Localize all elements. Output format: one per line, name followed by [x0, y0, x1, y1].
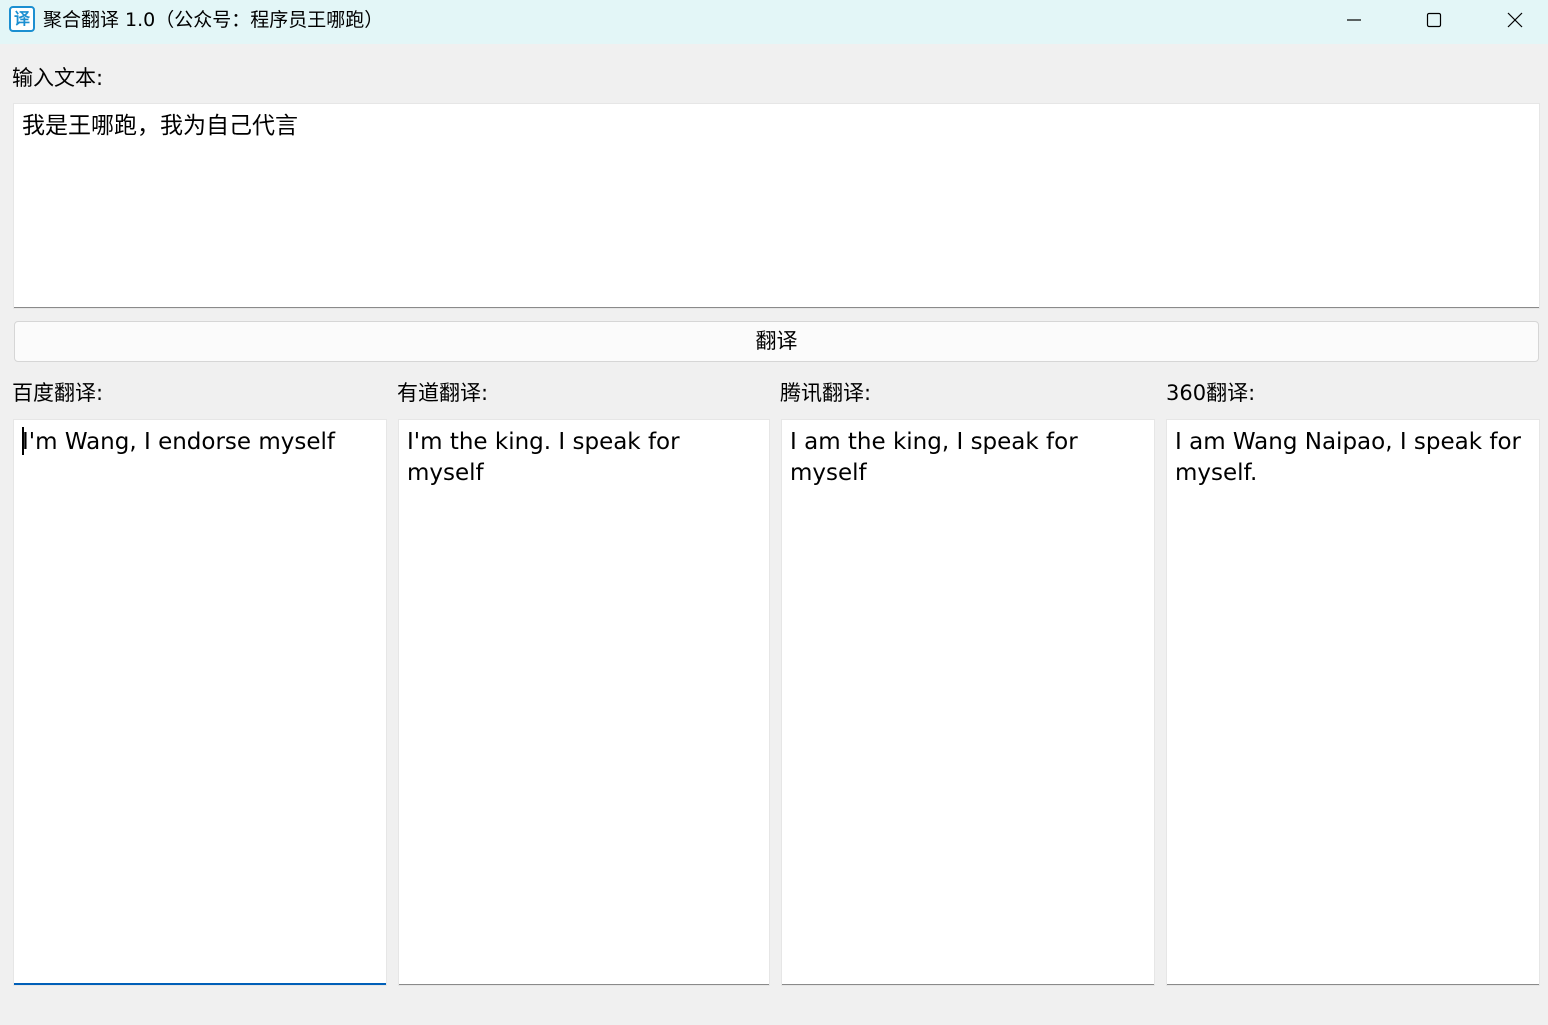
- baidu-label: 百度翻译:: [12, 381, 104, 405]
- 360-result-textarea[interactable]: I am Wang Naipao, I speak for myself.: [1167, 420, 1539, 985]
- close-button[interactable]: [1475, 0, 1548, 40]
- youdao-result-textarea[interactable]: I'm the king. I speak for myself: [399, 420, 769, 985]
- translate-button[interactable]: 翻译: [14, 321, 1539, 362]
- translate-app-icon: 译: [9, 6, 35, 32]
- baidu-result-textarea[interactable]: I'm Wang, I endorse myself: [14, 420, 386, 985]
- 360-label: 360翻译:: [1166, 381, 1256, 405]
- close-icon: [1507, 12, 1523, 28]
- window-title: 聚合翻译 1.0（公众号：程序员王哪跑）: [43, 9, 384, 31]
- youdao-label: 有道翻译:: [397, 381, 489, 405]
- maximize-icon: [1426, 12, 1442, 28]
- input-textarea[interactable]: 我是王哪跑，我为自己代言: [14, 104, 1539, 308]
- baidu-result-text: I'm Wang, I endorse myself: [22, 429, 336, 455]
- tencent-label: 腾讯翻译:: [780, 381, 872, 405]
- minimize-button[interactable]: [1314, 0, 1394, 40]
- input-label: 输入文本:: [12, 66, 104, 90]
- title-bar[interactable]: 译 聚合翻译 1.0（公众号：程序员王哪跑）: [0, 0, 1548, 44]
- maximize-button[interactable]: [1394, 0, 1474, 40]
- tencent-result-textarea[interactable]: I am the king, I speak for myself: [782, 420, 1154, 985]
- minimize-icon: [1347, 19, 1361, 21]
